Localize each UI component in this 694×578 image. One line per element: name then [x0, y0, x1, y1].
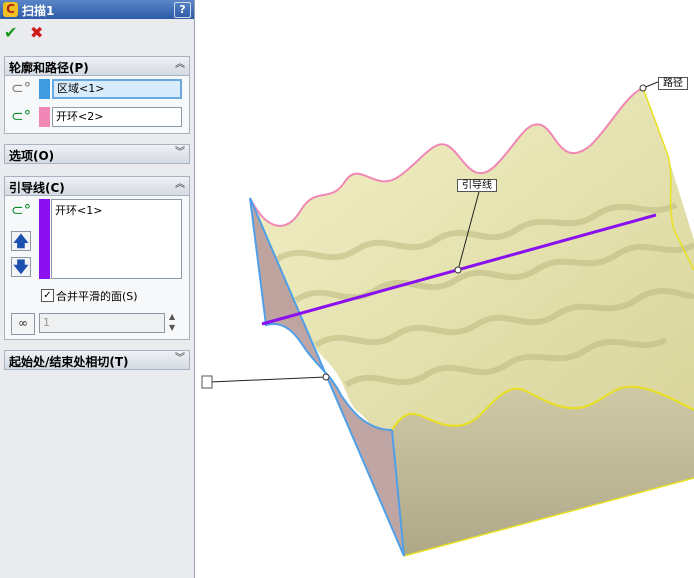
leader-tab[interactable] — [201, 375, 213, 389]
feature-title: 扫描1 — [22, 4, 55, 18]
guide-callout[interactable]: 引导线 — [457, 179, 497, 192]
profile-select-icon: ⊂° — [11, 79, 32, 97]
merge-faces-label: 合并平滑的面(S) — [56, 290, 138, 303]
graphics-viewport[interactable] — [196, 0, 694, 578]
ok-button[interactable]: ✔ — [4, 25, 22, 41]
profile-path-group: 轮廓和路径(P) ︽ ⊂° 区域<1> ⊂° 开环<2> — [4, 56, 190, 134]
path-color-swatch — [39, 107, 50, 127]
merge-faces-checkbox[interactable]: ✓ — [41, 289, 54, 302]
profile-path-title: 轮廓和路径(P) — [9, 61, 89, 75]
chevron-up-icon[interactable]: ︽ — [174, 59, 186, 71]
profile-field[interactable]: 区域<1> — [52, 79, 182, 99]
guides-title: 引导线(C) — [9, 181, 65, 195]
options-title: 选项(O) — [9, 149, 55, 163]
chevron-up-icon[interactable]: ︽ — [174, 179, 186, 191]
move-up-button[interactable]: 🡅 — [11, 231, 31, 251]
glasses-icon[interactable]: ∞ — [11, 313, 35, 335]
tangency-header[interactable]: 起始处/结束处相切(T) ︾ — [5, 351, 189, 370]
chevron-down-icon[interactable]: ︾ — [174, 147, 186, 159]
guides-header[interactable]: 引导线(C) ︽ — [5, 177, 189, 196]
help-button[interactable]: ? — [174, 2, 191, 18]
options-group: 选项(O) ︾ — [4, 144, 190, 164]
guide-color-swatch — [39, 199, 50, 279]
swept-surface[interactable] — [250, 88, 694, 433]
cancel-button[interactable]: ✖ — [30, 25, 48, 41]
profile-color-swatch — [39, 79, 50, 99]
guide-select-icon: ⊂° — [11, 201, 32, 219]
feature-titlebar: C 扫描1 ? — [0, 0, 194, 19]
spinner-up-icon[interactable]: ▲ — [169, 312, 175, 321]
options-header[interactable]: 选项(O) ︾ — [5, 145, 189, 164]
list-item[interactable]: 开环<1> — [52, 200, 181, 220]
spinner-down-icon[interactable]: ▼ — [169, 323, 175, 332]
chevron-down-icon[interactable]: ︾ — [174, 353, 186, 365]
leader-dot — [454, 266, 462, 274]
guide-list[interactable]: 开环<1> — [51, 199, 182, 279]
move-down-button[interactable]: 🡇 — [11, 257, 31, 277]
leader-dot — [639, 84, 647, 92]
leader-dot — [322, 373, 330, 381]
profile-path-header[interactable]: 轮廓和路径(P) ︽ — [5, 57, 189, 76]
path-select-icon: ⊂° — [11, 107, 32, 125]
path-field[interactable]: 开环<2> — [52, 107, 182, 127]
tangency-title: 起始处/结束处相切(T) — [9, 355, 129, 369]
guides-group: 引导线(C) ︽ ⊂° 开环<1> 🡅 🡇 ✓ 合并平滑的面(S) ∞ 1 ▲ … — [4, 176, 190, 340]
sweep-feature-icon: C — [3, 2, 18, 17]
path-callout[interactable]: 路径 — [658, 77, 688, 90]
tangency-group: 起始处/结束处相切(T) ︾ — [4, 350, 190, 370]
property-manager-panel: C 扫描1 ? ✔ ✖ 轮廓和路径(P) ︽ ⊂° 区域<1> ⊂° 开环<2>… — [0, 0, 195, 578]
guide-count-input[interactable]: 1 — [39, 313, 165, 333]
